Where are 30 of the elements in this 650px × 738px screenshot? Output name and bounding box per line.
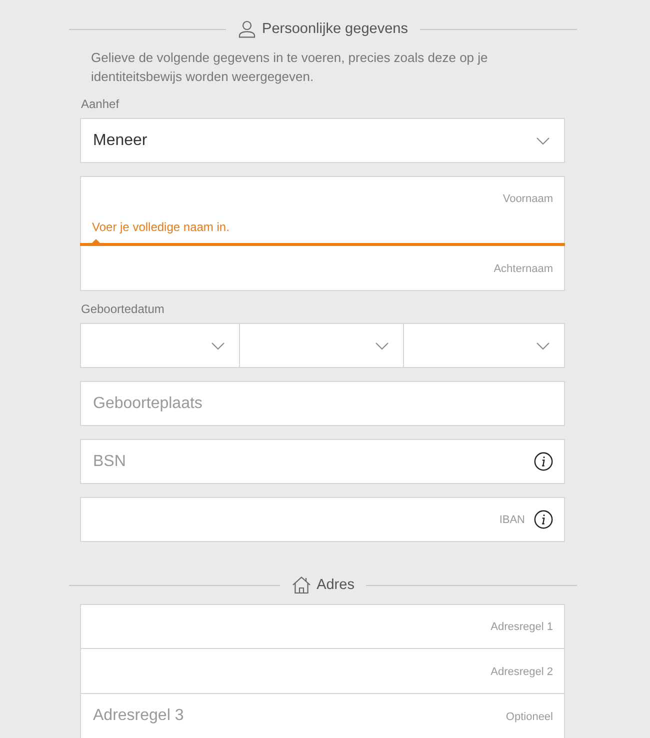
input-field[interactable]: [80, 497, 565, 542]
input-field[interactable]: [80, 246, 565, 291]
house-icon: [292, 576, 311, 594]
chevron-icon: [375, 342, 389, 350]
field-label: Geboortedatum: [81, 303, 166, 316]
select-field[interactable]: Meneer: [80, 118, 565, 163]
info-icon[interactable]: [534, 452, 553, 471]
chevron-icon: [536, 136, 550, 144]
intro-text: Gelieve de volgende gegevens in te voeren, precies zoals deze op je identiteitsbewijs worden weergegeven.: [91, 49, 489, 86]
input-field[interactable]: [80, 649, 565, 694]
field-hint: Adresregel 2: [490, 666, 553, 678]
section-title: Adres: [316, 577, 354, 593]
chevron-icon: [211, 342, 225, 350]
field-hint: Adresregel 1: [490, 620, 553, 632]
input-field[interactable]: Geboorteplaats: [80, 381, 565, 426]
input-field[interactable]: BSN: [80, 439, 565, 484]
date-select[interactable]: [240, 323, 404, 368]
field-hint: IBAN: [499, 514, 525, 526]
date-select[interactable]: [80, 323, 240, 368]
chevron-icon: [536, 342, 550, 350]
input-field[interactable]: [80, 604, 565, 649]
field-hint: Optioneel: [506, 710, 553, 722]
field-hint: Voornaam: [502, 192, 553, 204]
field-label: Aanhef: [81, 98, 120, 111]
info-icon[interactable]: [534, 510, 553, 529]
input-field[interactable]: [80, 176, 565, 246]
field-hint: Achternaam: [494, 262, 553, 274]
person-icon: [238, 20, 256, 38]
section-title: Persoonlijke gegevens: [262, 21, 408, 37]
date-select[interactable]: [404, 323, 565, 368]
